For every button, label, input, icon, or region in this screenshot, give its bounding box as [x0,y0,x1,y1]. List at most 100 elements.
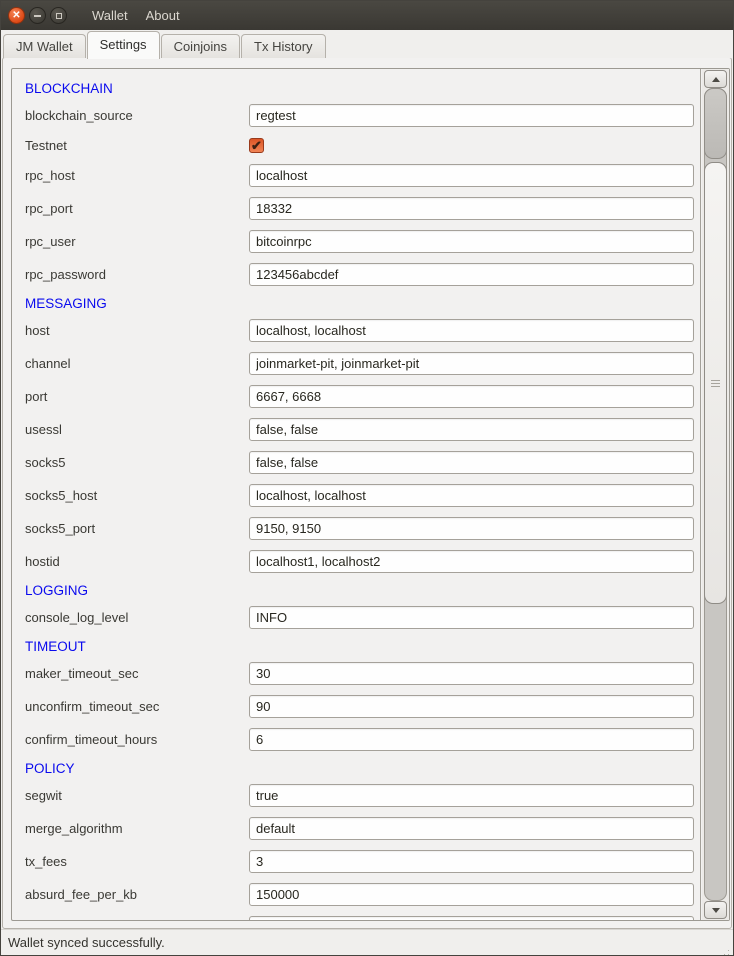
field-label-socks5: socks5 [25,455,249,470]
tx-fees-input[interactable] [249,850,694,873]
setting-row-rpc-password: rpc_password [25,263,694,286]
socks5-port-input[interactable] [249,517,694,540]
port-input[interactable] [249,385,694,408]
unconfirm-timeout-sec-input[interactable] [249,695,694,718]
field-label-merge-algorithm: merge_algorithm [25,821,249,836]
setting-row-rpc-user: rpc_user [25,230,694,253]
titlebar[interactable]: ✕ WalletAbout [1,1,733,30]
field-label-maker-timeout-sec: maker_timeout_sec [25,666,249,681]
merge-algorithm-input[interactable] [249,817,694,840]
testnet-checkbox[interactable]: ✔ [249,138,264,153]
setting-row-usessl: usessl [25,418,694,441]
section-title-blockchain: BLOCKCHAIN [25,81,694,96]
maximize-icon [56,13,62,19]
setting-row-testnet: Testnet✔ [25,137,694,153]
scrollbar-grip-icon [711,383,720,384]
setting-row-channel: channel [25,352,694,375]
rpc-user-input[interactable] [249,230,694,253]
setting-row-rpc-host: rpc_host [25,164,694,187]
menu-wallet[interactable]: Wallet [83,1,137,30]
tab-tx-history[interactable]: Tx History [241,34,326,58]
settings-form: BLOCKCHAINblockchain_sourceTestnet✔rpc_h… [12,69,700,920]
field-label-testnet: Testnet [25,138,249,153]
settings-viewport: BLOCKCHAINblockchain_sourceTestnet✔rpc_h… [12,69,701,920]
setting-row-confirm-timeout-hours: confirm_timeout_hours [25,728,694,751]
field-label-rpc-password: rpc_password [25,267,249,282]
maker-timeout-sec-input[interactable] [249,662,694,685]
settings-tab-pane: BLOCKCHAINblockchain_sourceTestnet✔rpc_h… [2,57,732,929]
status-message: Wallet synced successfully. [8,935,165,950]
section-title-messaging: MESSAGING [25,296,694,311]
menu-about[interactable]: About [137,1,189,30]
section-title-logging: LOGGING [25,583,694,598]
tab-bar: JM WalletSettingsCoinjoinsTx History [1,30,733,58]
field-label-absurd-fee-per-kb: absurd_fee_per_kb [25,887,249,902]
setting-row-unconfirm-timeout-sec: unconfirm_timeout_sec [25,695,694,718]
field-label-channel: channel [25,356,249,371]
window-close-button[interactable]: ✕ [8,7,25,24]
settings-scroll-area: BLOCKCHAINblockchain_sourceTestnet✔rpc_h… [11,68,730,921]
field-label-segwit: segwit [25,788,249,803]
field-label-confirm-timeout-hours: confirm_timeout_hours [25,732,249,747]
setting-row-socks5-host: socks5_host [25,484,694,507]
window-maximize-button[interactable] [50,7,67,24]
window-minimize-button[interactable] [29,7,46,24]
scrollbar-thumb[interactable] [704,162,727,604]
usessl-input[interactable] [249,418,694,441]
socks5-host-input[interactable] [249,484,694,507]
minimize-icon [34,15,41,17]
section-title-policy: POLICY [25,761,694,776]
setting-input[interactable] [249,916,694,920]
socks5-input[interactable] [249,451,694,474]
scroll-down-button[interactable] [704,901,727,919]
field-label-socks5-host: socks5_host [25,488,249,503]
field-label-port: port [25,389,249,404]
setting-row-blockchain-source: blockchain_source [25,104,694,127]
rpc-password-input[interactable] [249,263,694,286]
arrow-up-icon [712,77,720,82]
vertical-scrollbar[interactable] [702,69,729,920]
setting-row-maker-timeout-sec: maker_timeout_sec [25,662,694,685]
app-window: ✕ WalletAbout JM WalletSettingsCoinjoins… [0,0,734,956]
rpc-port-input[interactable] [249,197,694,220]
host-input[interactable] [249,319,694,342]
field-label-unconfirm-timeout-sec: unconfirm_timeout_sec [25,699,249,714]
tab-coinjoins[interactable]: Coinjoins [161,34,240,58]
setting-row-port: port [25,385,694,408]
setting-row-setting [25,916,694,920]
field-label-usessl: usessl [25,422,249,437]
confirm-timeout-hours-input[interactable] [249,728,694,751]
scrollbar-upper-segment[interactable] [704,88,727,159]
segwit-input[interactable] [249,784,694,807]
field-label-tx-fees: tx_fees [25,854,249,869]
tab-settings[interactable]: Settings [87,31,160,59]
setting-row-merge-algorithm: merge_algorithm [25,817,694,840]
rpc-host-input[interactable] [249,164,694,187]
tab-jm-wallet[interactable]: JM Wallet [3,34,86,58]
setting-row-hostid: hostid [25,550,694,573]
setting-row-tx-fees: tx_fees [25,850,694,873]
setting-row-rpc-port: rpc_port [25,197,694,220]
field-label-rpc-user: rpc_user [25,234,249,249]
section-title-timeout: TIMEOUT [25,639,694,654]
close-icon: ✕ [12,11,20,21]
setting-row-socks5: socks5 [25,451,694,474]
hostid-input[interactable] [249,550,694,573]
blockchain-source-input[interactable] [249,104,694,127]
channel-input[interactable] [249,352,694,375]
menubar: WalletAbout [83,1,189,30]
field-label-host: host [25,323,249,338]
field-label-rpc-host: rpc_host [25,168,249,183]
field-label-hostid: hostid [25,554,249,569]
absurd-fee-per-kb-input[interactable] [249,883,694,906]
field-label-rpc-port: rpc_port [25,201,249,216]
setting-row-segwit: segwit [25,784,694,807]
setting-row-socks5-port: socks5_port [25,517,694,540]
field-label-socks5-port: socks5_port [25,521,249,536]
field-label-console-log-level: console_log_level [25,610,249,625]
setting-row-absurd-fee-per-kb: absurd_fee_per_kb [25,883,694,906]
console-log-level-input[interactable] [249,606,694,629]
resize-grip[interactable] [728,950,729,951]
scroll-up-button[interactable] [704,70,727,88]
status-bar: Wallet synced successfully. [1,929,733,955]
